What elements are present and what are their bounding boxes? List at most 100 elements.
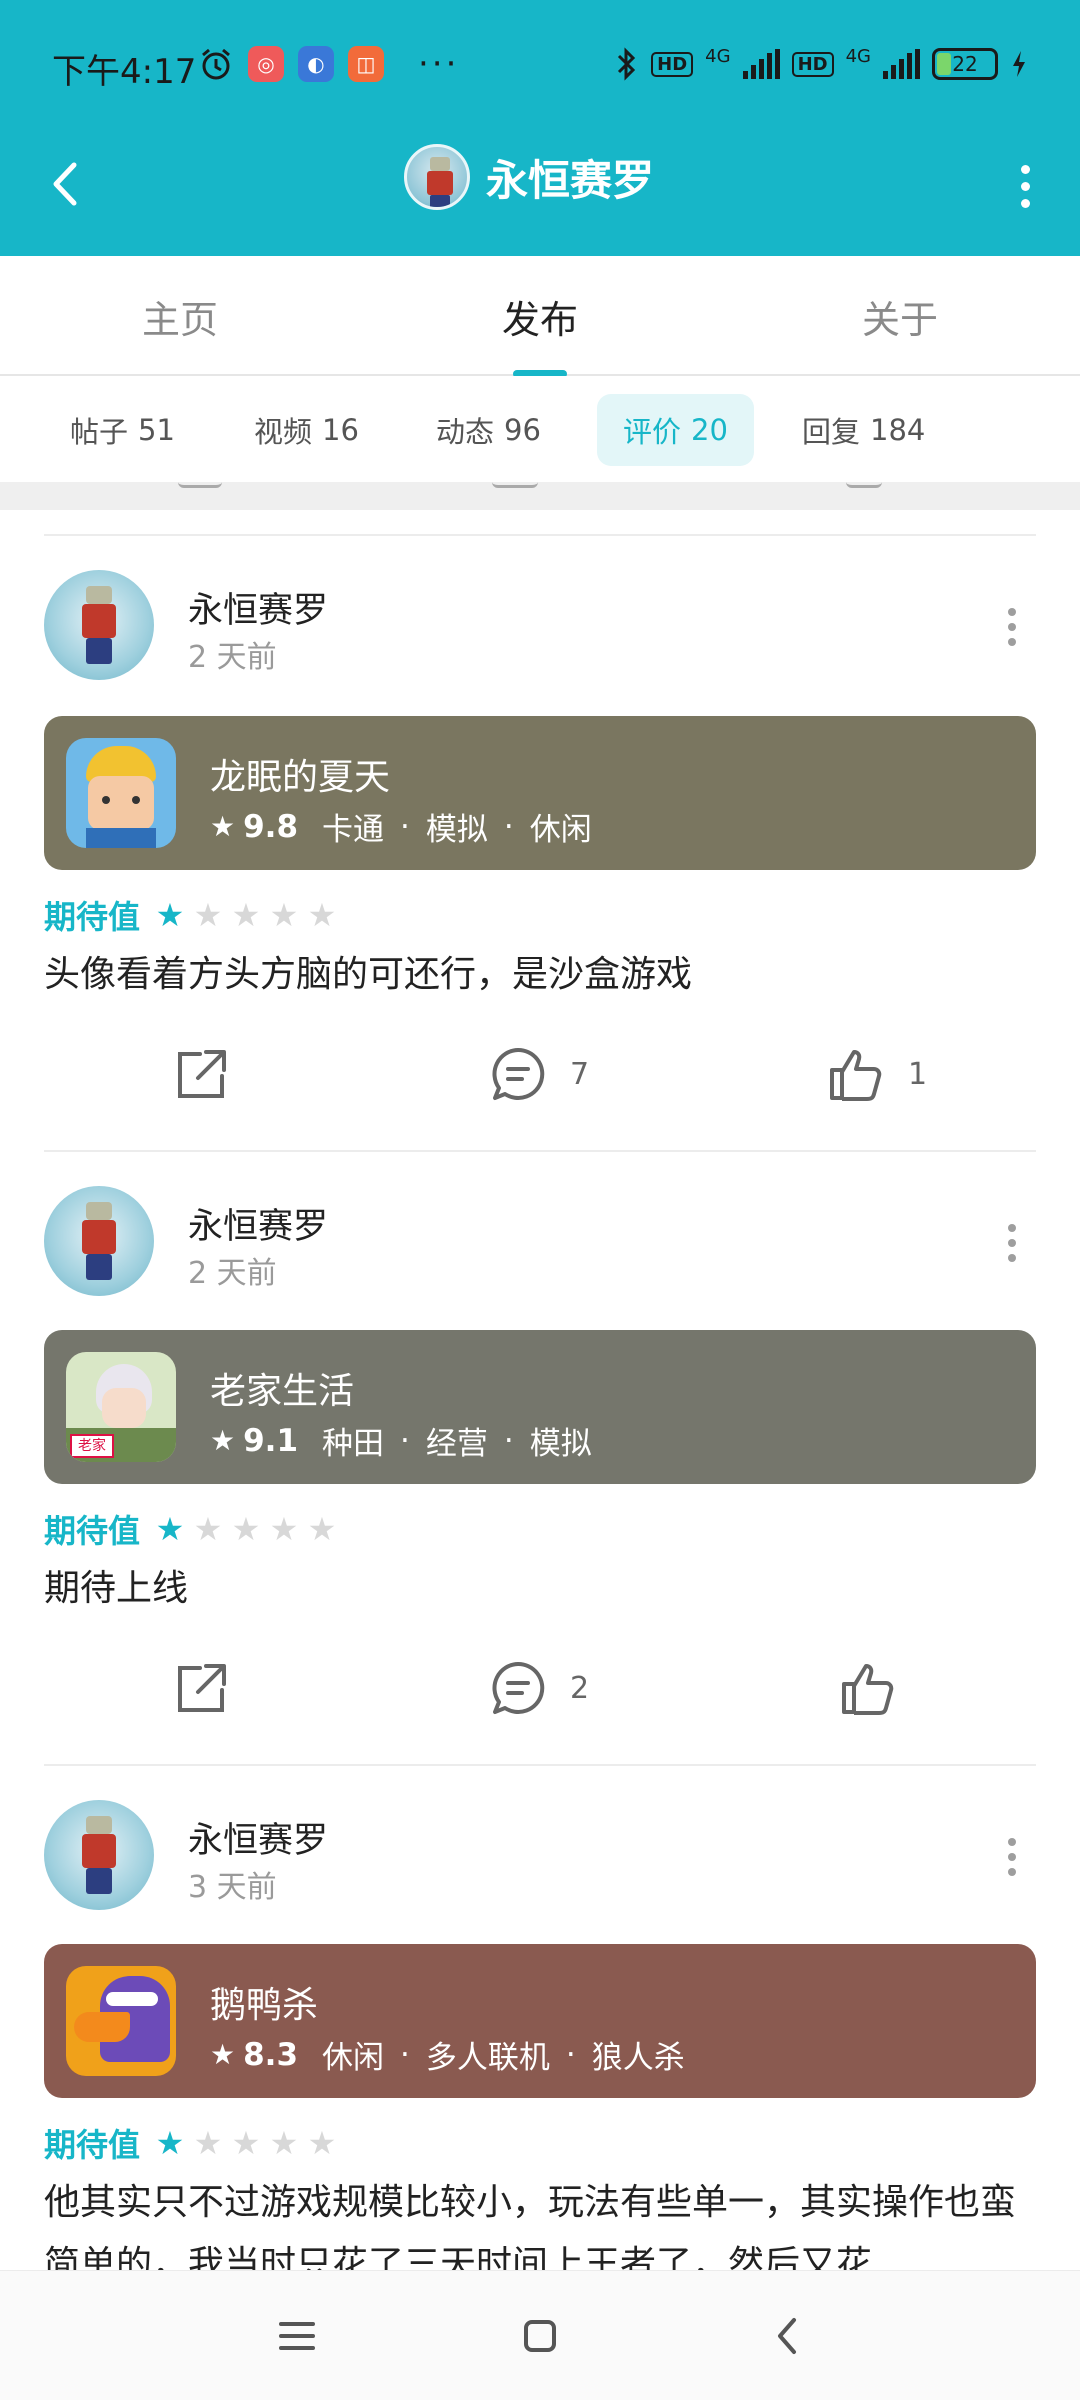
- expectation-rating: 期待值 ★ ★ ★ ★ ★: [44, 892, 338, 938]
- subtab-label: 动态: [436, 415, 495, 449]
- game-card[interactable]: 鹅鸭杀 ★ 8.3 休闲 · 多人联机 · 狼人杀: [44, 1944, 1036, 2098]
- like-button[interactable]: 1: [826, 1034, 927, 1114]
- game-meta: ★ 8.3 休闲 · 多人联机 · 狼人杀: [210, 2032, 685, 2077]
- review-feed: 永恒赛罗 2 天前 龙眠的夏天 ★ 9.8 卡通 · 模拟 · 休闲 期待值 ★…: [0, 510, 1080, 2270]
- username[interactable]: 永恒赛罗: [188, 582, 328, 633]
- page-header: 永恒赛罗: [0, 130, 1080, 256]
- like-count: 1: [908, 1056, 928, 1092]
- avatar[interactable]: [44, 1186, 154, 1296]
- star-filled-icon: ★: [155, 2124, 185, 2162]
- game-card[interactable]: 老家 老家生活 ★ 9.1 种田 · 经营 · 模拟: [44, 1330, 1036, 1484]
- cut-off-icon-fragment: [846, 482, 882, 488]
- app-root: 下午4:17 ◎ ◐ ◫ ··· HD 4G HD 4G 22 永恒赛罗 主页 …: [0, 0, 1080, 2400]
- app-notification-icon: ◎: [248, 46, 284, 82]
- nav-home-button[interactable]: [505, 2301, 575, 2371]
- game-meta: ★ 9.1 种田 · 经营 · 模拟: [210, 1418, 592, 1463]
- subtab-threads[interactable]: 帖子 51: [44, 394, 201, 466]
- game-tag: 狼人杀: [591, 2040, 685, 2076]
- game-tag: 休闲: [529, 812, 592, 848]
- game-tag: 模拟: [425, 812, 488, 848]
- expectation-label: 期待值: [44, 1512, 141, 1550]
- card-divider: [44, 534, 1036, 536]
- nav-menu-button[interactable]: [262, 2301, 332, 2371]
- back-arrow-icon: [53, 162, 77, 206]
- subtab-count: 20: [691, 413, 728, 447]
- share-icon: [178, 1050, 226, 1098]
- star-empty-icon: ★: [193, 896, 223, 934]
- top-bar: 下午4:17 ◎ ◐ ◫ ··· HD 4G HD 4G 22 永恒赛罗: [0, 0, 1080, 256]
- subtab-count: 184: [870, 413, 926, 447]
- subtab-count: 96: [504, 413, 541, 447]
- star-empty-icon: ★: [307, 1510, 337, 1548]
- username[interactable]: 永恒赛罗: [188, 1198, 328, 1249]
- system-nav-bar: [0, 2270, 1080, 2400]
- comment-icon: [492, 1047, 545, 1100]
- nav-back-button[interactable]: [752, 2301, 822, 2371]
- star-icon: ★: [210, 810, 236, 843]
- bluetooth-icon: [618, 47, 636, 81]
- subtab-reviews[interactable]: 评价 20: [597, 394, 754, 466]
- game-card[interactable]: 龙眠的夏天 ★ 9.8 卡通 · 模拟 · 休闲: [44, 716, 1036, 870]
- game-score: 9.1: [243, 1422, 299, 1459]
- more-options-button[interactable]: [1010, 156, 1040, 216]
- subtab-label: 视频: [254, 415, 313, 449]
- card-more-button[interactable]: [1002, 1218, 1022, 1268]
- comment-count: 7: [570, 1056, 590, 1092]
- card-divider: [44, 1764, 1036, 1766]
- tab-posts[interactable]: 发布: [420, 256, 660, 378]
- share-button[interactable]: [170, 1648, 230, 1728]
- comment-button[interactable]: 7: [488, 1034, 589, 1114]
- network-type-label: 4G: [845, 46, 871, 67]
- like-button[interactable]: [838, 1648, 920, 1728]
- status-system-icons: HD 4G HD 4G 22: [615, 46, 1028, 82]
- game-tag: 休闲: [322, 2040, 385, 2076]
- review-text[interactable]: 头像看着方头方脑的可还行，是沙盒游戏: [44, 944, 1036, 1006]
- subtab-replies[interactable]: 回复 184: [776, 394, 951, 466]
- star-filled-icon: ★: [155, 1510, 185, 1548]
- review-card: 永恒赛罗 2 天前 老家 老家生活 ★ 9.1 种田 · 经营 · 模拟 期待值…: [0, 1150, 1080, 1764]
- game-tag: 多人联机: [425, 2040, 550, 2076]
- star-empty-icon: ★: [231, 2124, 261, 2162]
- game-tag: 经营: [425, 1426, 488, 1462]
- game-icon: 老家: [66, 1352, 176, 1462]
- tab-home[interactable]: 主页: [60, 256, 300, 376]
- share-button[interactable]: [170, 1034, 230, 1114]
- username[interactable]: 永恒赛罗: [188, 1812, 328, 1863]
- review-card: 永恒赛罗 2 天前 龙眠的夏天 ★ 9.8 卡通 · 模拟 · 休闲 期待值 ★…: [0, 510, 1080, 1150]
- subtab-label: 帖子: [70, 415, 129, 449]
- sub-tabs: 帖子 51 视频 16 动态 96 评价 20 回复 184: [0, 376, 1080, 482]
- menu-icon: [279, 2322, 315, 2350]
- game-name: 龙眠的夏天: [210, 757, 391, 798]
- comment-icon: [492, 1661, 545, 1714]
- subtab-label: 评价: [623, 415, 682, 449]
- avatar[interactable]: [44, 570, 154, 680]
- hd-badge: HD: [791, 51, 834, 77]
- game-name: 鹅鸭杀: [210, 1985, 319, 2026]
- expectation-label: 期待值: [44, 898, 141, 936]
- cut-off-icon-fragment: [178, 482, 222, 488]
- tab-posts-label: 发布: [501, 297, 578, 342]
- star-empty-icon: ★: [269, 896, 299, 934]
- expectation-label: 期待值: [44, 2126, 141, 2164]
- tab-about[interactable]: 关于: [780, 256, 1020, 376]
- header-profile[interactable]: 永恒赛罗: [404, 144, 654, 210]
- cut-off-icon-fragment: [492, 482, 538, 488]
- avatar[interactable]: [44, 1800, 154, 1910]
- star-icon: ★: [210, 2038, 236, 2071]
- game-tag: 模拟: [529, 1426, 592, 1462]
- review-text[interactable]: 期待上线: [44, 1558, 1036, 1620]
- card-more-button[interactable]: [1002, 1832, 1022, 1882]
- action-bar: 2: [0, 1648, 1080, 1728]
- expectation-rating: 期待值 ★ ★ ★ ★ ★: [44, 2120, 338, 2166]
- star-empty-icon: ★: [193, 1510, 223, 1548]
- star-icon: ★: [210, 1424, 236, 1457]
- subtab-videos[interactable]: 视频 16: [228, 394, 385, 466]
- post-time: 3 天前: [188, 1870, 277, 1905]
- back-button[interactable]: [36, 154, 96, 214]
- comment-button[interactable]: 2: [488, 1648, 589, 1728]
- subtab-moments[interactable]: 动态 96: [410, 394, 567, 466]
- review-text[interactable]: 他其实只不过游戏规模比较小，玩法有些单一，其实操作也蛮简单的，我当时只花了三天时…: [44, 2172, 1036, 2270]
- card-more-button[interactable]: [1002, 602, 1022, 652]
- subtab-count: 16: [322, 413, 359, 447]
- game-name: 老家生活: [210, 1371, 355, 1412]
